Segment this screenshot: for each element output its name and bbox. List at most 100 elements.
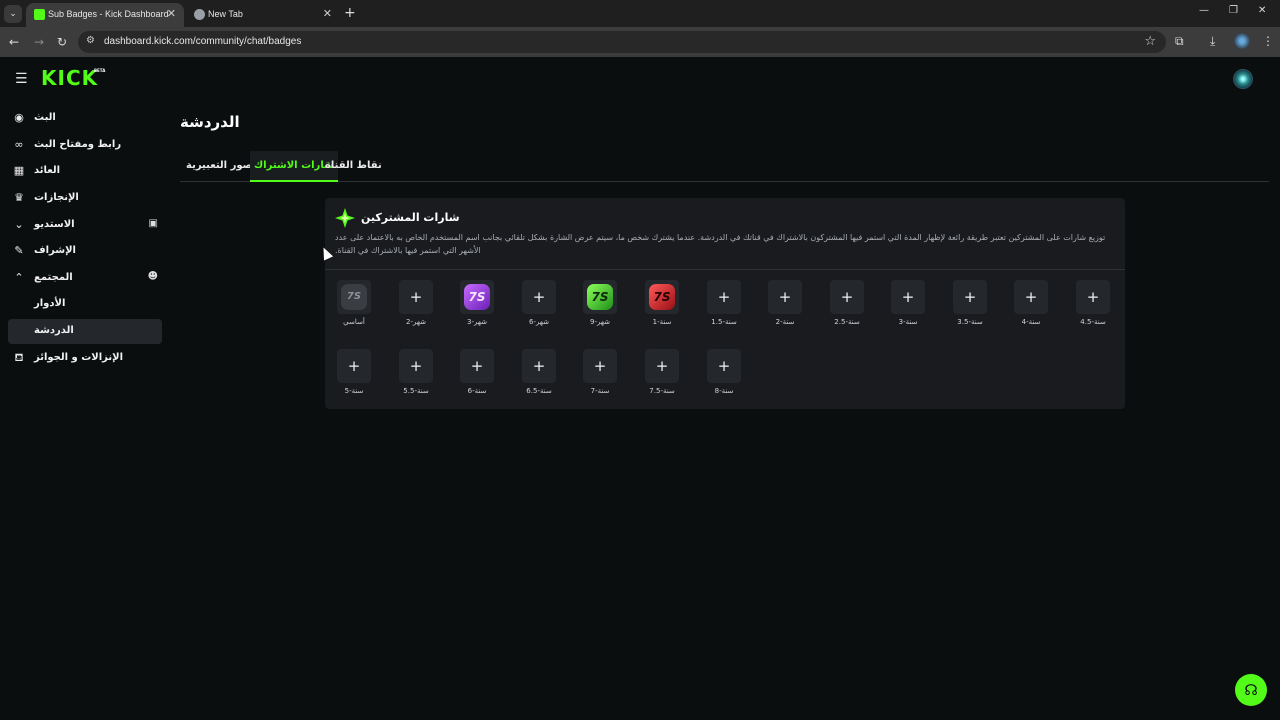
add-badge-button[interactable]: + (522, 280, 556, 314)
badge-slot-green[interactable]: 7S شهر-9 (583, 280, 617, 328)
back-icon[interactable]: ← (9, 34, 19, 50)
kick-logo[interactable]: KICK (41, 66, 98, 90)
badge-slot-base[interactable]: 7S أساسي (337, 280, 371, 328)
add-badge-button[interactable]: + (707, 280, 741, 314)
card-description: توزيع شارات على المشتركين تعتبر طريقة را… (335, 233, 1106, 255)
broadcast-icon: ◉ (14, 111, 24, 124)
badge-slot-purple[interactable]: 7S شهر-3 (460, 280, 494, 328)
minimize-icon[interactable]: — (1199, 5, 1209, 16)
badge-slot-add[interactable]: + شهر-6 (522, 280, 556, 328)
add-badge-button[interactable]: + (1076, 280, 1110, 314)
add-badge-button[interactable]: + (953, 280, 987, 314)
browser-tab-active[interactable]: Sub Badges - Kick Dashboard ✕ (26, 3, 184, 27)
sidebar-item-label: البث (34, 112, 56, 123)
tab-search-icon[interactable]: ⌄ (4, 5, 22, 23)
wrench-icon: ✎ (14, 244, 24, 257)
sidebar-item-label: رابط ومفتاح البث (34, 139, 122, 150)
close-tab-icon[interactable]: ✕ (323, 7, 332, 20)
sidebar-item-chat[interactable]: الدردشة (8, 319, 162, 344)
extensions-icon[interactable]: ⧉ (1175, 34, 1184, 49)
chevron-down-icon: ⌄ (14, 218, 24, 231)
chrome-favicon-icon (194, 9, 205, 20)
add-badge-button[interactable]: + (891, 280, 925, 314)
badge-label: سنة-5.5 (403, 387, 429, 395)
badge-slot-add[interactable]: + سنة-6 (460, 349, 494, 397)
sidebar-item-roles[interactable]: الأدوار (8, 292, 162, 317)
sparkle-icon (335, 208, 355, 228)
hamburger-icon[interactable]: ☰ (15, 71, 28, 87)
download-icon[interactable]: ⤓ (1210, 34, 1215, 49)
bookmark-star-icon[interactable]: ☆ (1144, 34, 1156, 49)
sidebar-item-stream[interactable]: ◉ البث (8, 106, 162, 131)
restore-icon[interactable]: ❐ (1229, 5, 1238, 16)
add-badge-button[interactable]: + (707, 349, 741, 383)
new-tab-button[interactable]: + (344, 5, 356, 21)
forward-icon[interactable]: → (34, 34, 44, 50)
badge-box[interactable]: 7S (337, 280, 371, 314)
chat-tabs: الصور التعبيرية شارات الاشتراك نقاط القن… (180, 151, 1269, 182)
gift-icon: ⛾ (14, 351, 24, 364)
site-info-icon[interactable]: ⚙ (86, 35, 95, 46)
profile-avatar[interactable] (1234, 33, 1250, 49)
badge-slot-add[interactable]: + سنة-5.5 (399, 349, 433, 397)
add-badge-button[interactable]: + (1014, 280, 1048, 314)
tab-channel-points[interactable]: نقاط القناة (321, 151, 386, 182)
badge-slot-add[interactable]: + سنة-4 (1014, 280, 1048, 328)
badge-box[interactable]: 7S (460, 280, 494, 314)
sidebar-item-drops[interactable]: ⛾ الإنزالات و الجوائز (8, 346, 162, 371)
browser-tabbar: ⌄ Sub Badges - Kick Dashboard ✕ New Tab … (0, 0, 1280, 27)
menu-dots-icon[interactable]: ⋮ (1262, 34, 1274, 48)
badge-slot-add[interactable]: + سنة-4.5 (1076, 280, 1110, 328)
subscriber-badges-card: شارات المشتركين توزيع شارات على المشتركي… (325, 198, 1125, 409)
sidebar-item-stream-key[interactable]: ∞ رابط ومفتاح البث (8, 133, 162, 158)
chevron-up-icon: ⌃ (14, 271, 24, 284)
add-badge-button[interactable]: + (399, 349, 433, 383)
badge-slot-add[interactable]: + سنة-3.5 (953, 280, 987, 328)
add-badge-button[interactable]: + (768, 280, 802, 314)
sidebar-item-studio[interactable]: ⌄ الاستديو ▣ (8, 213, 162, 238)
badge-slot-add[interactable]: + سنة-2.5 (830, 280, 864, 328)
help-chat-button[interactable]: ☊ (1235, 674, 1267, 706)
beta-label: BETA (94, 68, 106, 73)
badge-slot-red[interactable]: 7S سنة-1 (645, 280, 679, 328)
badge-box[interactable]: 7S (645, 280, 679, 314)
badge-label: سنة-7 (590, 387, 610, 395)
user-avatar[interactable] (1233, 69, 1253, 89)
sidebar-item-revenue[interactable]: ▦ العائد (8, 159, 162, 184)
sidebar-item-achievements[interactable]: ♛ الإنجازات (8, 186, 162, 211)
sidebar-item-moderation[interactable]: ✎ الإشراف (8, 239, 162, 264)
add-badge-button[interactable]: + (522, 349, 556, 383)
badge-slot-add[interactable]: + سنة-7.5 (645, 349, 679, 397)
add-badge-button[interactable]: + (337, 349, 371, 383)
add-badge-button[interactable]: + (830, 280, 864, 314)
badge-box[interactable]: 7S (583, 280, 617, 314)
badge-slot-add[interactable]: + سنة-3 (891, 280, 925, 328)
close-tab-icon[interactable]: ✕ (167, 7, 176, 20)
badge-slot-add[interactable]: + سنة-7 (583, 349, 617, 397)
address-bar[interactable]: ⚙ dashboard.kick.com/community/chat/badg… (78, 31, 1166, 53)
url-text[interactable]: dashboard.kick.com/community/chat/badges (104, 36, 301, 47)
add-badge-button[interactable]: + (645, 349, 679, 383)
add-badge-button[interactable]: + (583, 349, 617, 383)
badge-slot-add[interactable]: + شهر-2 (399, 280, 433, 328)
badge-image-green: 7S (587, 284, 613, 310)
badge-slot-add[interactable]: + سنة-8 (707, 349, 741, 397)
badge-slot-add[interactable]: + سنة-2 (768, 280, 802, 328)
badge-slot-add[interactable]: + سنة-5 (337, 349, 371, 397)
badge-label: سنة-4 (1021, 318, 1041, 326)
badge-label: سنة-1.5 (711, 318, 737, 326)
close-window-icon[interactable]: ✕ (1258, 5, 1266, 16)
add-badge-button[interactable]: + (399, 280, 433, 314)
badge-label: سنة-7.5 (649, 387, 675, 395)
browser-tab-newtab[interactable]: New Tab ✕ (186, 3, 340, 27)
reload-icon[interactable]: ↻ (57, 34, 67, 50)
add-badge-button[interactable]: + (460, 349, 494, 383)
badge-slot-add[interactable]: + سنة-6.5 (522, 349, 556, 397)
badge-slot-add[interactable]: + سنة-1.5 (707, 280, 741, 328)
badge-label: أساسي (343, 318, 365, 326)
tab-title: Sub Badges - Kick Dashboard (48, 9, 169, 19)
badge-label: سنة-2 (775, 318, 795, 326)
sidebar-item-community[interactable]: ⌃ المجتمع ☻ (8, 266, 162, 291)
badge-label: شهر-9 (590, 318, 610, 326)
card-header: شارات المشتركين توزيع شارات على المشتركي… (325, 198, 1125, 270)
